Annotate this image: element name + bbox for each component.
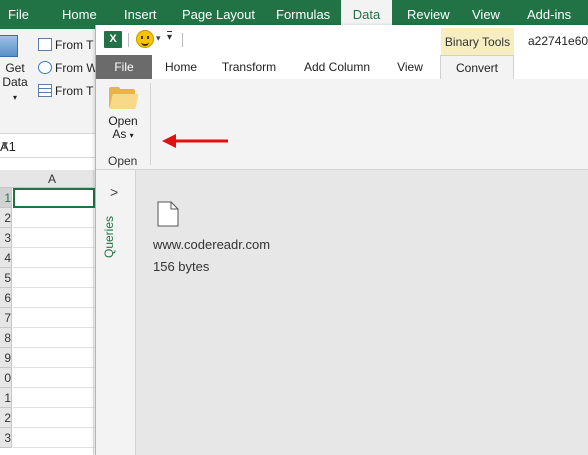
excel-app-icon: X (104, 31, 122, 48)
binary-size: 156 bytes (153, 259, 210, 274)
name-box[interactable]: A1 ▼ (0, 134, 98, 158)
cell[interactable] (13, 368, 95, 388)
cell[interactable] (13, 308, 95, 328)
cell[interactable] (13, 268, 95, 288)
from-web-button[interactable]: From W (38, 58, 98, 78)
annotation-arrow-icon (162, 134, 228, 148)
document-icon[interactable] (157, 201, 179, 227)
cell[interactable] (13, 208, 95, 228)
queries-pane-label[interactable]: Queries (102, 216, 116, 258)
binary-source[interactable]: www.codereadr.com (153, 237, 270, 252)
contextual-tab-group-binary-tools: Binary Tools (441, 28, 514, 56)
row-header[interactable]: 1 (0, 388, 12, 408)
tab-home[interactable]: Home (158, 55, 204, 79)
get-data-label-line1: Get (5, 61, 25, 75)
cell[interactable] (13, 388, 95, 408)
open-as-button[interactable]: Open As ▾ (102, 87, 144, 149)
chevron-down-icon: ▾ (12, 93, 17, 102)
row-header[interactable]: 5 (0, 268, 12, 288)
cell[interactable] (13, 228, 95, 248)
from-text-button[interactable]: From T (38, 35, 93, 55)
cell[interactable] (13, 348, 95, 368)
quick-access-toolbar: X ▾ ▾ Binary Tools a22741e601 (96, 25, 588, 56)
row-header[interactable]: 3 (0, 228, 12, 248)
row-header[interactable]: 2 (0, 208, 12, 228)
row-header[interactable]: 3 (0, 428, 12, 448)
feedback-smiley-icon[interactable] (136, 30, 154, 48)
from-table-label: From T (55, 84, 94, 98)
ribbon-tabs: File Home Transform Add Column View Conv… (96, 55, 588, 80)
ribbon-panel: Open As ▾ Open (96, 79, 588, 170)
tab-file[interactable]: File (96, 55, 152, 79)
from-text-label: From T (55, 38, 94, 52)
row-header[interactable]: 4 (0, 248, 12, 268)
toolbar-divider (182, 33, 183, 47)
ribbon-group-open-label: Open (108, 154, 138, 168)
from-web-label: From W (55, 61, 98, 75)
power-query-editor-window: X ▾ ▾ Binary Tools a22741e601 File Home … (95, 25, 588, 455)
column-header-a[interactable]: A (0, 170, 95, 188)
binary-preview-area: www.codereadr.com 156 bytes (137, 170, 588, 455)
tab-convert[interactable]: Convert (440, 55, 514, 80)
tab-transform[interactable]: Transform (216, 55, 282, 79)
ribbon-group-divider (150, 83, 151, 165)
chevron-down-icon[interactable]: ▾ (156, 33, 161, 44)
open-as-label-line2: As (112, 127, 127, 141)
cell-a1[interactable] (13, 188, 95, 208)
tab-add-column[interactable]: Add Column (296, 55, 378, 79)
cell[interactable] (13, 408, 95, 428)
globe-icon (38, 61, 52, 74)
cell[interactable] (13, 248, 95, 268)
get-data-button[interactable]: Get Data ▾ (0, 35, 30, 127)
excel-ribbon: Get Data ▾ From T From W From T C (0, 29, 98, 151)
chevron-down-icon[interactable]: ▼ (0, 140, 90, 151)
chevron-down-icon: ▾ (129, 131, 134, 140)
text-file-icon (38, 38, 52, 51)
cell[interactable] (13, 288, 95, 308)
from-table-button[interactable]: From T (38, 81, 93, 101)
cell[interactable] (13, 428, 95, 448)
get-data-label-line2: Data (2, 75, 28, 89)
row-header[interactable]: 1 (0, 188, 12, 208)
chevron-right-icon[interactable]: > (110, 184, 118, 200)
worksheet-grid[interactable]: A 1 2 3 4 5 6 7 8 9 0 1 2 3 (0, 170, 95, 455)
row-header[interactable]: 7 (0, 308, 12, 328)
tab-view[interactable]: View (392, 55, 428, 79)
queries-pane[interactable]: > Queries (96, 170, 136, 455)
excel-tab-file[interactable]: File (0, 0, 37, 29)
row-header[interactable]: 2 (0, 408, 12, 428)
row-header[interactable]: 6 (0, 288, 12, 308)
toolbar-divider (128, 33, 129, 47)
customize-toolbar-icon[interactable]: ▾ (167, 31, 173, 44)
row-header[interactable]: 8 (0, 328, 12, 348)
window-title: a22741e601 (528, 34, 588, 48)
row-header[interactable]: 0 (0, 368, 12, 388)
cell[interactable] (13, 328, 95, 348)
row-header[interactable]: 9 (0, 348, 12, 368)
folder-icon (109, 87, 139, 109)
table-icon (38, 84, 52, 97)
database-icon (0, 35, 18, 57)
